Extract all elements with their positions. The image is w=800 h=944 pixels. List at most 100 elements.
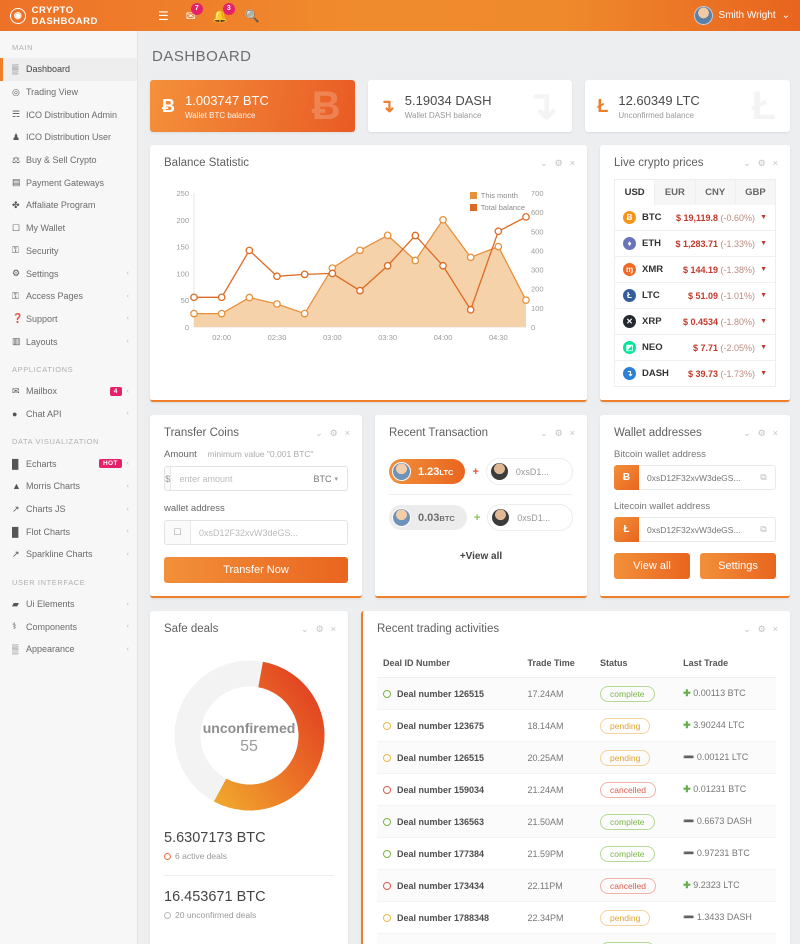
- close-icon[interactable]: ×: [773, 624, 778, 635]
- sidebar-item-charts-js[interactable]: ↗ Charts JS ‹: [0, 498, 137, 521]
- table-row[interactable]: Deal number 1788348 22.34PM pending ➖ 1.343…: [377, 901, 776, 934]
- sidebar-item-buy-sell-crypto[interactable]: ⚖ Buy & Sell Crypto: [0, 149, 137, 172]
- coin-change: (-1.80%): [720, 316, 756, 327]
- price-row[interactable]: Ł LTC $ 51.09 (-1.01%) ▼: [615, 283, 775, 309]
- table-row[interactable]: Deal number 159034 21.24AM cancelled ✚ 0.01…: [377, 773, 776, 806]
- transfer-now-button[interactable]: Transfer Now: [164, 557, 348, 583]
- wallet-address-input[interactable]: [191, 521, 347, 544]
- table-row[interactable]: Deal number 177384 21.59PM complete ➖ 0.972…: [377, 837, 776, 870]
- bell-icon[interactable]: 🔔 3: [213, 2, 235, 22]
- copy-icon[interactable]: ⧉: [752, 517, 776, 542]
- settings-button[interactable]: Settings: [700, 553, 776, 579]
- live-crypto-prices-panel: Live crypto prices ⌄ ⚙ × USD EUR CNY GBP ɃB…: [600, 145, 790, 402]
- table-row[interactable]: Deal number 123675 18.14AM pending ✚ 3.9024…: [377, 709, 776, 742]
- sidebar-item-chat-api[interactable]: ● Chat API ‹: [0, 403, 137, 426]
- balance-statistic-chart: 0 50 100 150 200 250 0 100 200 300 400 500 600 700 02:…: [164, 179, 573, 351]
- chevron-down-icon[interactable]: ⌄: [743, 624, 751, 635]
- currency-tab-usd[interactable]: USD: [615, 180, 656, 205]
- sidebar-item-access-pages[interactable]: ⚿ Access Pages ‹: [0, 285, 137, 308]
- legend-label: This month: [480, 191, 518, 200]
- sidebar-item-support[interactable]: ❓ Support ‹: [0, 308, 137, 331]
- stat-card[interactable]: Ł 12.60349 LTC Unconfirmed balance Ł: [585, 80, 791, 132]
- chevron-down-icon[interactable]: ⌄: [315, 428, 323, 439]
- chevron-down-icon[interactable]: ⌄: [743, 158, 751, 169]
- sidebar-item-my-wallet[interactable]: ☐ My Wallet: [0, 217, 137, 240]
- view-all-button[interactable]: View all: [614, 553, 690, 579]
- amount-input[interactable]: [171, 467, 305, 490]
- sidebar-item-appearance[interactable]: ▒ Appearance ‹: [0, 638, 137, 661]
- stat-card[interactable]: Ƀ 1.003747 BTC Wallet BTC balance Ƀ: [150, 80, 355, 132]
- search-icon[interactable]: 🔍: [245, 10, 260, 22]
- gear-icon[interactable]: ⚙: [555, 158, 563, 169]
- panel-tools: ⌄ ⚙ ×: [743, 428, 778, 439]
- close-icon[interactable]: ×: [345, 428, 350, 439]
- close-icon[interactable]: ×: [773, 158, 778, 169]
- envelope-icon[interactable]: ✉ 7: [186, 2, 203, 22]
- table-row[interactable]: Deal number 173434 22.11PM cancelled ✚ 9.23…: [377, 869, 776, 902]
- price-row[interactable]: ɱ XMR $ 144.19 (-1.38%) ▼: [615, 257, 775, 283]
- sidebar-item-ui-elements[interactable]: ▰ Ui Elements ‹: [0, 593, 137, 616]
- transaction-row[interactable]: 1.23LTC +0xsD1...: [389, 449, 573, 494]
- transaction-row[interactable]: 0.03BTC +0xsD1...: [389, 494, 573, 540]
- sidebar-item-ico-distribution-user[interactable]: ♟ ICO Distribution User: [0, 126, 137, 149]
- table-row[interactable]: Deal number 18991522.54PMcomplete✚ 12.34…: [377, 933, 776, 944]
- gear-icon[interactable]: ⚙: [758, 158, 766, 169]
- currency-tab-eur[interactable]: EUR: [655, 180, 696, 205]
- litecoin-wallet-input[interactable]: [639, 517, 752, 542]
- price-row[interactable]: ◩ NEO $ 7.71 (-2.05%) ▼: [615, 335, 775, 361]
- currency-tab-gbp[interactable]: GBP: [735, 180, 775, 205]
- sidebar-item-components[interactable]: ⚕ Components ‹: [0, 615, 137, 638]
- svg-text:400: 400: [531, 246, 544, 255]
- price-row[interactable]: Ƀ BTC $ 19,119.8 (-0.60%) ▼: [615, 205, 775, 231]
- table-row[interactable]: Deal number 126515 17.24AM complete ✚ 0.001…: [377, 677, 776, 710]
- close-icon[interactable]: ×: [331, 624, 336, 635]
- sidebar-item-dashboard[interactable]: ▒ Dashboard: [0, 58, 137, 81]
- bitcoin-wallet-input[interactable]: [639, 465, 752, 490]
- price-row[interactable]: ♦ ETH $ 1,283.71 (-1.33%) ▼: [615, 231, 775, 257]
- chevron-down-icon[interactable]: ⌄: [540, 428, 548, 439]
- stat-card[interactable]: ↴ 5.19034 DASH Wallet DASH balance ↴: [367, 80, 573, 132]
- view-all-transactions-link[interactable]: +View all: [389, 540, 573, 564]
- close-icon[interactable]: ×: [570, 428, 575, 439]
- sidebar-item-mailbox[interactable]: ✉ Mailbox 4 ‹: [0, 380, 137, 403]
- last-trade-value: 0.01231 BTC: [693, 784, 747, 794]
- unit-dropdown[interactable]: BTC ▾: [304, 467, 347, 490]
- sidebar-item-layouts[interactable]: ▥ Layouts ‹: [0, 330, 137, 353]
- sidebar-item-label: My Wallet: [26, 223, 66, 234]
- price-row[interactable]: ✕ XRP $ 0.4534 (-1.80%) ▼: [615, 309, 775, 335]
- sidebar-item-sparkline-charts[interactable]: ↗ Sparkline Charts ‹: [0, 543, 137, 566]
- gear-icon[interactable]: ⚙: [555, 428, 563, 439]
- svg-text:200: 200: [531, 285, 544, 294]
- brand-logo-area[interactable]: ◉ CRYPTO DASHBOARD: [10, 5, 140, 27]
- sidebar-item-payment-gateways[interactable]: ▤ Payment Gateways: [0, 171, 137, 194]
- copy-icon[interactable]: ⧉: [752, 465, 776, 490]
- sidebar-item-trading-view[interactable]: ◎ Trading View: [0, 81, 137, 104]
- gear-icon[interactable]: ⚙: [758, 624, 766, 635]
- sidebar-item-security[interactable]: ⚿ Security: [0, 240, 137, 263]
- close-icon[interactable]: ×: [773, 428, 778, 439]
- currency-tab-cny[interactable]: CNY: [695, 180, 736, 205]
- chevron-down-icon[interactable]: ⌄: [540, 158, 548, 169]
- table-row[interactable]: Deal number 126515 20.25AM pending ➖ 0.0012…: [377, 741, 776, 774]
- sidebar[interactable]: MAIN ▒ Dashboard ◎ Trading View ☴ ICO Distribu…: [0, 31, 138, 944]
- table-row[interactable]: Deal number 136563 21.50AM complete ➖ 0.667…: [377, 805, 776, 838]
- sidebar-item-echarts[interactable]: █ Echarts HOT ‹: [0, 452, 137, 475]
- user-menu[interactable]: Smith Wright ⌄: [693, 6, 790, 25]
- currency-tabs[interactable]: USD EUR CNY GBP: [614, 179, 776, 205]
- gear-icon[interactable]: ⚙: [316, 624, 324, 635]
- price-row[interactable]: ↴ DASH $ 39.73 (-1.73%) ▼: [615, 361, 775, 386]
- sidebar-item-settings[interactable]: ⚙ Settings ‹: [0, 262, 137, 285]
- sidebar-item-affaliate-program[interactable]: ✤ Affaliate Program: [0, 194, 137, 217]
- gear-icon[interactable]: ⚙: [330, 428, 338, 439]
- chevron-down-icon[interactable]: ⌄: [301, 624, 309, 635]
- last-trade-value: 0.00121 LTC: [696, 752, 749, 762]
- gear-icon[interactable]: ⚙: [758, 428, 766, 439]
- close-icon[interactable]: ×: [570, 158, 575, 169]
- chevron-down-icon[interactable]: ⌄: [743, 428, 751, 439]
- sidebar-item-morris-charts[interactable]: ▲ Morris Charts ‹: [0, 475, 137, 498]
- svg-text:0: 0: [531, 323, 535, 332]
- sidebar-item-ico-distribution-admin[interactable]: ☴ ICO Distribution Admin: [0, 103, 137, 126]
- hamburger-icon[interactable]: ☰: [158, 10, 169, 22]
- arrow-down-icon: ➖: [683, 848, 695, 858]
- sidebar-item-flot-charts[interactable]: █ Flot Charts ‹: [0, 520, 137, 543]
